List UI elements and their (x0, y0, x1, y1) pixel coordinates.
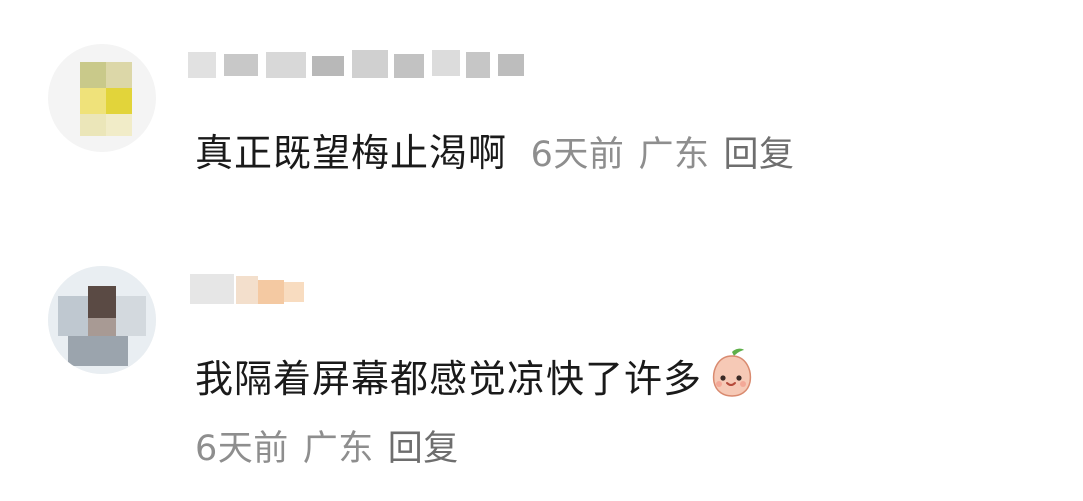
smiling-peach-emoji (712, 348, 752, 397)
comment-location: 广东 (638, 135, 710, 175)
username-blurred[interactable] (188, 44, 548, 80)
reply-button[interactable]: 回复 (388, 429, 459, 469)
comment-content: 真正既望梅止渴啊 (195, 131, 508, 175)
comment-content: 我隔着屏幕都感觉凉快了许多 (195, 357, 703, 401)
comment-meta: 6天前 广东 回复 (195, 420, 473, 471)
comment-text: 真正既望梅止渴啊 6天前 广东 回复 (195, 122, 808, 177)
comment-location: 广东 (302, 429, 374, 469)
comment-item: 真正既望梅止渴啊 6天前 广东 回复 (0, 0, 1083, 230)
reply-button[interactable]: 回复 (723, 135, 794, 175)
comment-text: 我隔着屏幕都感觉凉快了许多 (195, 346, 758, 403)
comment-time: 6天前 (195, 429, 289, 469)
avatar[interactable] (48, 266, 156, 374)
comment-item: 我隔着屏幕都感觉凉快了许多 6天前 广东 回复 (0, 230, 1083, 501)
avatar[interactable] (48, 44, 156, 152)
username-blurred[interactable] (188, 270, 308, 306)
comment-time: 6天前 (530, 135, 625, 175)
